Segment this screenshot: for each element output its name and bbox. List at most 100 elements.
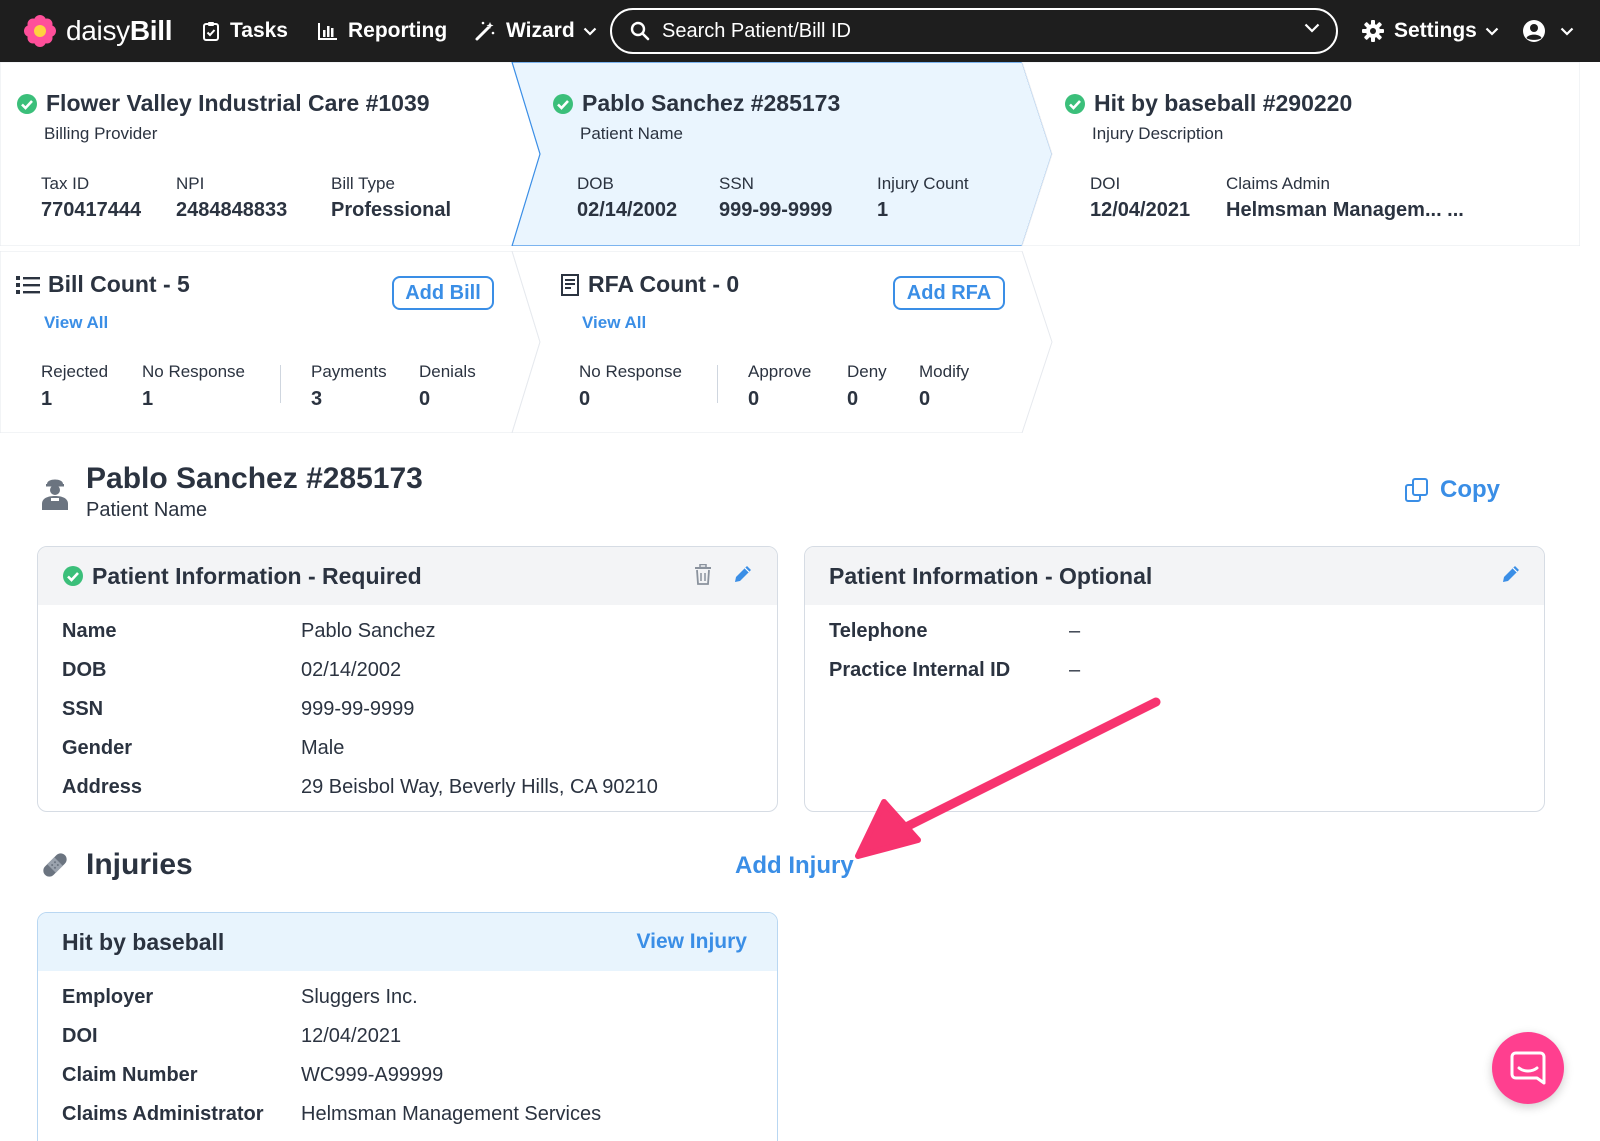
bill-type-label: Bill Type <box>331 174 395 193</box>
pencil-edit-icon[interactable] <box>733 564 753 584</box>
patient-avatar-icon <box>42 479 68 510</box>
dob-value: 02/14/2002 <box>577 199 678 221</box>
user-account-menu[interactable] <box>1522 16 1574 46</box>
modify-value: 0 <box>919 388 931 410</box>
pencil-edit-icon[interactable] <box>1501 564 1521 584</box>
bills-view-all-link[interactable]: View All <box>44 313 108 333</box>
nav-tasks-label: Tasks <box>230 19 288 42</box>
billing-provider-card[interactable]: Flower Valley Industrial Care #1039 <box>16 90 430 117</box>
bill-type-value: Professional <box>331 199 452 221</box>
doi-value: 12/04/2021 <box>301 1025 402 1047</box>
rfa-count-card: RFA Count - 0 <box>560 271 739 298</box>
bill-count-card: Bill Count - 5 <box>16 271 190 298</box>
patient-name-heading: Pablo Sanchez #285173 <box>86 462 423 495</box>
tax-id-value: 770417444 <box>41 199 142 221</box>
view-injury-link[interactable]: View Injury <box>637 930 748 954</box>
nav-wizard-dropdown[interactable]: Wizard <box>474 16 597 46</box>
patient-name-subtitle: Patient Name <box>86 499 208 521</box>
injury-summary-card[interactable]: Hit by baseball #290220 <box>1064 90 1352 117</box>
practice-internal-id-label: Practice Internal ID <box>829 659 1011 681</box>
bandage-icon <box>43 853 67 877</box>
divider <box>280 365 281 403</box>
doi-label: DOI <box>62 1025 98 1047</box>
required-panel-header: Patient Information - Required <box>38 547 777 605</box>
check-circle-icon <box>17 93 37 114</box>
nav-reporting[interactable]: Reporting <box>318 16 447 46</box>
injury-summary-subtitle: Injury Description <box>1092 124 1224 143</box>
employer-label: Employer <box>62 986 154 1008</box>
address-value: 29 Beisbol Way, Beverly Hills, CA 90210 <box>301 776 658 798</box>
chevron-down-icon[interactable] <box>1304 23 1320 33</box>
denials-value: 0 <box>419 388 431 410</box>
add-bill-button[interactable]: Add Bill <box>392 276 494 310</box>
deny-label: Deny <box>847 362 887 381</box>
divider <box>717 365 718 403</box>
chat-support-button[interactable] <box>1492 1032 1564 1104</box>
check-circle-icon <box>1065 93 1085 114</box>
optional-panel-header: Patient Information - Optional <box>805 547 1544 605</box>
claims-admin-value: Helmsman Managem... ... <box>1226 199 1464 221</box>
patient-summary-title: Pablo Sanchez #285173 <box>582 90 841 116</box>
claims-administrator-value: Helmsman Management Services <box>301 1103 602 1125</box>
telephone-label: Telephone <box>829 620 928 642</box>
summary-row-bottom: Bill Count - 5 View All Add Bill Rejecte… <box>0 251 1060 433</box>
doi-label: DOI <box>1090 174 1121 193</box>
search-icon <box>630 21 650 41</box>
name-value: Pablo Sanchez <box>301 620 436 642</box>
telephone-value: – <box>1069 620 1081 642</box>
daisybill-logo[interactable]: daisyBill <box>24 13 173 49</box>
dob-label: DOB <box>577 174 614 193</box>
copy-icon <box>1405 478 1428 502</box>
ssn-label: SSN <box>719 174 754 193</box>
denials-label: Denials <box>419 362 476 381</box>
patient-summary-card[interactable]: Pablo Sanchez #285173 <box>552 90 840 117</box>
chevron-down-icon <box>583 27 596 36</box>
rejected-label: Rejected <box>41 362 109 381</box>
list-icon <box>16 275 40 294</box>
payments-label: Payments <box>311 362 387 381</box>
employer-value: Sluggers Inc. <box>301 986 418 1008</box>
check-circle-icon <box>553 93 573 114</box>
injury-card-header: Hit by baseball View Injury <box>38 913 777 971</box>
rfa-no-response-value: 0 <box>579 388 591 410</box>
search-input[interactable] <box>662 19 1282 43</box>
chevron-down-icon <box>1485 27 1499 36</box>
injury-card: Hit by baseball View Injury Employer Slu… <box>37 912 778 1141</box>
ssn-value: 999-99-9999 <box>301 698 415 720</box>
optional-panel-title: Patient Information - Optional <box>829 562 1153 589</box>
tax-id-label: Tax ID <box>41 174 90 193</box>
ssn-value: 999-99-9999 <box>719 199 833 221</box>
trash-icon[interactable] <box>694 564 712 586</box>
modify-label: Modify <box>919 362 970 381</box>
rfa-count-title: RFA Count - 0 <box>588 271 740 297</box>
name-label: Name <box>62 620 117 642</box>
rfa-no-response-label: No Response <box>579 362 683 381</box>
copy-button[interactable]: Copy <box>1404 476 1500 504</box>
bar-chart-icon <box>318 23 337 40</box>
gear-icon <box>1362 20 1384 42</box>
check-circle-icon <box>63 566 83 586</box>
document-icon <box>561 273 579 296</box>
payments-value: 3 <box>311 388 323 410</box>
add-rfa-button[interactable]: Add RFA <box>893 276 1005 310</box>
top-navigation-bar: daisyBill Tasks Reporting Wizard Search … <box>0 0 1600 62</box>
nav-settings-label: Settings <box>1394 19 1477 42</box>
nav-tasks[interactable]: Tasks <box>202 16 288 46</box>
chat-bubble-icon <box>1510 1051 1546 1085</box>
magic-wand-icon <box>475 21 495 41</box>
nav-reporting-label: Reporting <box>348 19 448 42</box>
add-injury-link[interactable]: Add Injury <box>735 852 854 880</box>
clipboard-check-icon <box>203 22 219 41</box>
rfa-view-all-link[interactable]: View All <box>582 313 646 333</box>
search-patient-bill[interactable] <box>610 8 1338 54</box>
gender-label: Gender <box>62 737 133 759</box>
summary-row-top: Flower Valley Industrial Care #1039 Bill… <box>0 62 1580 246</box>
address-label: Address <box>62 776 143 798</box>
rejected-value: 1 <box>41 388 53 410</box>
claims-admin-label: Claims Admin <box>1226 174 1330 193</box>
injuries-title: Injuries <box>86 848 193 881</box>
provider-title: Flower Valley Industrial Care #1039 <box>46 90 430 116</box>
dob-label: DOB <box>62 659 107 681</box>
npi-label: NPI <box>176 174 205 193</box>
nav-settings-dropdown[interactable]: Settings <box>1362 16 1499 46</box>
